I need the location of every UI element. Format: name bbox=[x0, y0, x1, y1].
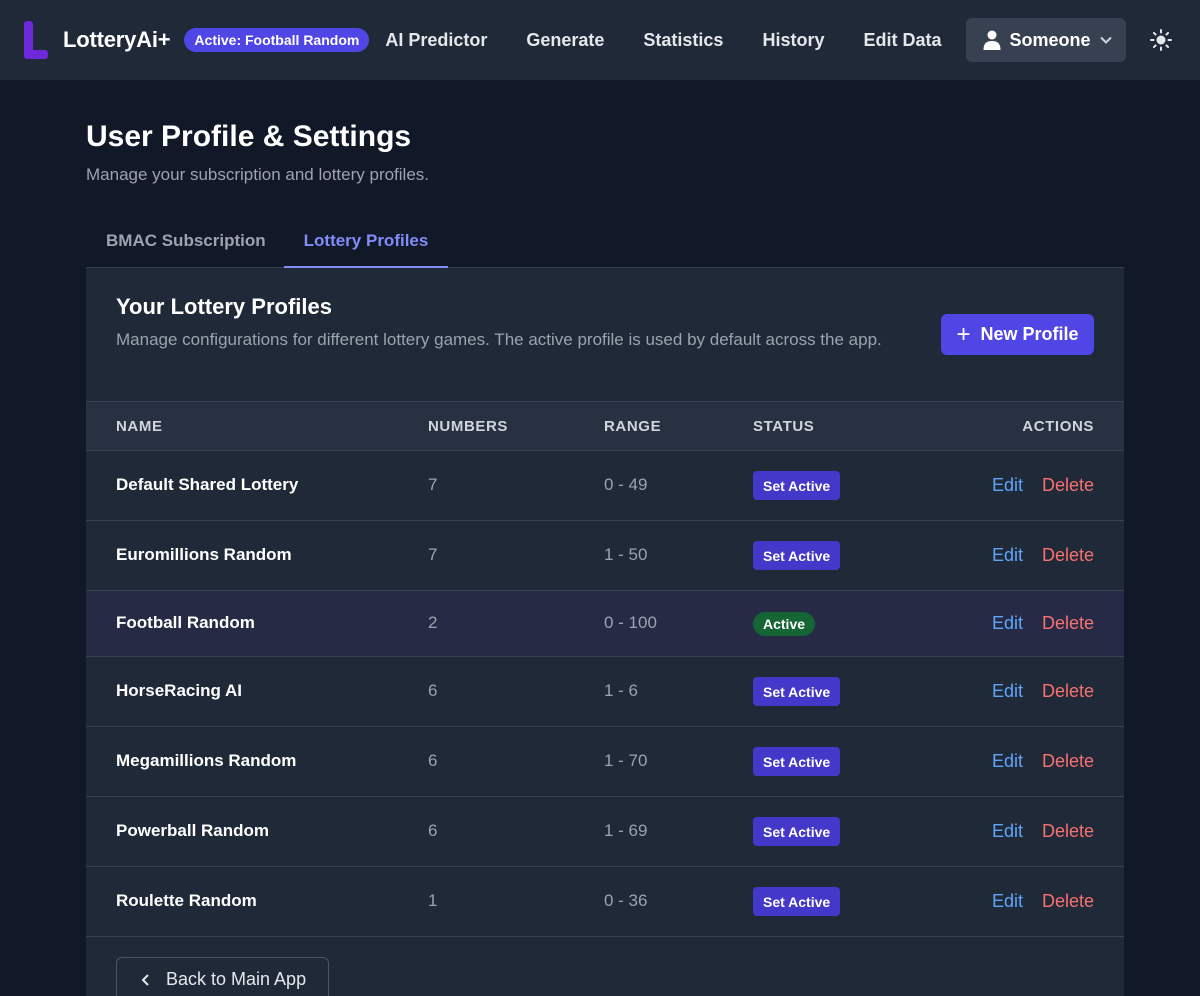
back-to-main-app-button[interactable]: Back to Main App bbox=[116, 957, 329, 996]
header-range: RANGE bbox=[604, 418, 662, 435]
new-profile-button[interactable]: + New Profile bbox=[941, 314, 1094, 355]
sun-icon[interactable] bbox=[1150, 29, 1173, 51]
edit-link[interactable]: Edit bbox=[992, 821, 1023, 842]
active-profile-badge: Active: Football Random bbox=[184, 28, 370, 52]
edit-link[interactable]: Edit bbox=[992, 475, 1023, 496]
profile-range: 1 - 50 bbox=[604, 545, 648, 564]
card-description: Manage configurations for different lott… bbox=[116, 330, 882, 349]
delete-link[interactable]: Delete bbox=[1042, 475, 1094, 496]
header-numbers: NUMBERS bbox=[428, 418, 509, 435]
set-active-button[interactable]: Set Active bbox=[753, 677, 841, 706]
active-status-badge: Active bbox=[753, 612, 816, 636]
edit-link[interactable]: Edit bbox=[992, 613, 1023, 634]
profile-numbers: 6 bbox=[428, 681, 438, 700]
profile-range: 1 - 6 bbox=[604, 681, 639, 700]
nav-link-generate[interactable]: Generate bbox=[526, 30, 604, 51]
chevron-down-icon bbox=[1099, 35, 1113, 45]
table-row: Default Shared Lottery 7 0 - 49 Set Acti… bbox=[86, 451, 1124, 521]
delete-link[interactable]: Delete bbox=[1042, 891, 1094, 912]
profile-name: Football Random bbox=[116, 613, 255, 632]
profile-name: Megamillions Random bbox=[116, 751, 297, 770]
logo-icon[interactable] bbox=[24, 21, 48, 59]
table-row: Powerball Random 6 1 - 69 Set Active Edi… bbox=[86, 797, 1124, 867]
brand-name[interactable]: LotteryAi+ bbox=[63, 27, 171, 53]
set-active-button[interactable]: Set Active bbox=[753, 747, 841, 776]
table-header: NAME NUMBERS RANGE STATUS ACTIONS bbox=[86, 401, 1124, 451]
table-row: HorseRacing AI 6 1 - 6 Set Active Edit D… bbox=[86, 657, 1124, 727]
set-active-button[interactable]: Set Active bbox=[753, 887, 841, 916]
nav-link-statistics[interactable]: Statistics bbox=[643, 30, 723, 51]
card-title: Your Lottery Profiles bbox=[116, 294, 332, 319]
delete-link[interactable]: Delete bbox=[1042, 613, 1094, 634]
set-active-button[interactable]: Set Active bbox=[753, 541, 841, 570]
profile-numbers: 6 bbox=[428, 821, 438, 840]
profile-range: 0 - 49 bbox=[604, 475, 648, 494]
table-row-active: Football Random 2 0 - 100 Active Edit De… bbox=[86, 591, 1124, 657]
tab-lottery-profiles[interactable]: Lottery Profiles bbox=[284, 218, 448, 268]
set-active-button[interactable]: Set Active bbox=[753, 817, 841, 846]
page-title: User Profile & Settings bbox=[86, 120, 412, 153]
lottery-profiles-card: Your Lottery Profiles Manage configurati… bbox=[86, 268, 1124, 996]
profile-numbers: 1 bbox=[428, 891, 438, 910]
header-actions: ACTIONS bbox=[1022, 418, 1094, 435]
profile-numbers: 2 bbox=[428, 613, 438, 632]
profile-range: 0 - 36 bbox=[604, 891, 648, 910]
back-button-label: Back to Main App bbox=[166, 969, 307, 989]
profile-name: Default Shared Lottery bbox=[116, 475, 299, 494]
table-row: Euromillions Random 7 1 - 50 Set Active … bbox=[86, 521, 1124, 591]
tab-bmac-subscription[interactable]: BMAC Subscription bbox=[106, 218, 266, 268]
nav-link-history[interactable]: History bbox=[762, 30, 824, 51]
settings-tabs: BMAC Subscription Lottery Profiles bbox=[86, 218, 1124, 268]
new-profile-label: New Profile bbox=[980, 324, 1079, 344]
table-row: Roulette Random 1 0 - 36 Set Active Edit… bbox=[86, 867, 1124, 937]
profile-numbers: 7 bbox=[428, 545, 438, 564]
user-name-label: Someone bbox=[1009, 29, 1091, 50]
nav-link-ai-predictor[interactable]: AI Predictor bbox=[385, 30, 487, 51]
header-name: NAME bbox=[116, 418, 163, 435]
delete-link[interactable]: Delete bbox=[1042, 751, 1094, 772]
header-status: STATUS bbox=[753, 418, 815, 435]
profile-name: HorseRacing AI bbox=[116, 681, 242, 700]
table-row: Megamillions Random 6 1 - 70 Set Active … bbox=[86, 727, 1124, 797]
delete-link[interactable]: Delete bbox=[1042, 821, 1094, 842]
user-menu-button[interactable]: Someone bbox=[966, 18, 1127, 62]
profile-range: 0 - 100 bbox=[604, 613, 657, 632]
edit-link[interactable]: Edit bbox=[992, 681, 1023, 702]
chevron-left-icon bbox=[141, 973, 150, 987]
profile-range: 1 - 69 bbox=[604, 821, 648, 840]
profile-name: Roulette Random bbox=[116, 891, 257, 910]
edit-link[interactable]: Edit bbox=[992, 545, 1023, 566]
edit-link[interactable]: Edit bbox=[992, 891, 1023, 912]
profile-numbers: 6 bbox=[428, 751, 438, 770]
delete-link[interactable]: Delete bbox=[1042, 681, 1094, 702]
nav-link-edit-data[interactable]: Edit Data bbox=[863, 30, 941, 51]
profile-range: 1 - 70 bbox=[604, 751, 648, 770]
profile-name: Powerball Random bbox=[116, 821, 270, 840]
user-icon bbox=[983, 30, 1001, 50]
profile-numbers: 7 bbox=[428, 475, 438, 494]
plus-icon: + bbox=[956, 320, 971, 348]
profile-name: Euromillions Random bbox=[116, 545, 292, 564]
set-active-button[interactable]: Set Active bbox=[753, 471, 841, 500]
top-navbar: LotteryAi+ Active: Football Random AI Pr… bbox=[0, 0, 1200, 80]
edit-link[interactable]: Edit bbox=[992, 751, 1023, 772]
delete-link[interactable]: Delete bbox=[1042, 545, 1094, 566]
page-subtitle: Manage your subscription and lottery pro… bbox=[86, 165, 430, 184]
